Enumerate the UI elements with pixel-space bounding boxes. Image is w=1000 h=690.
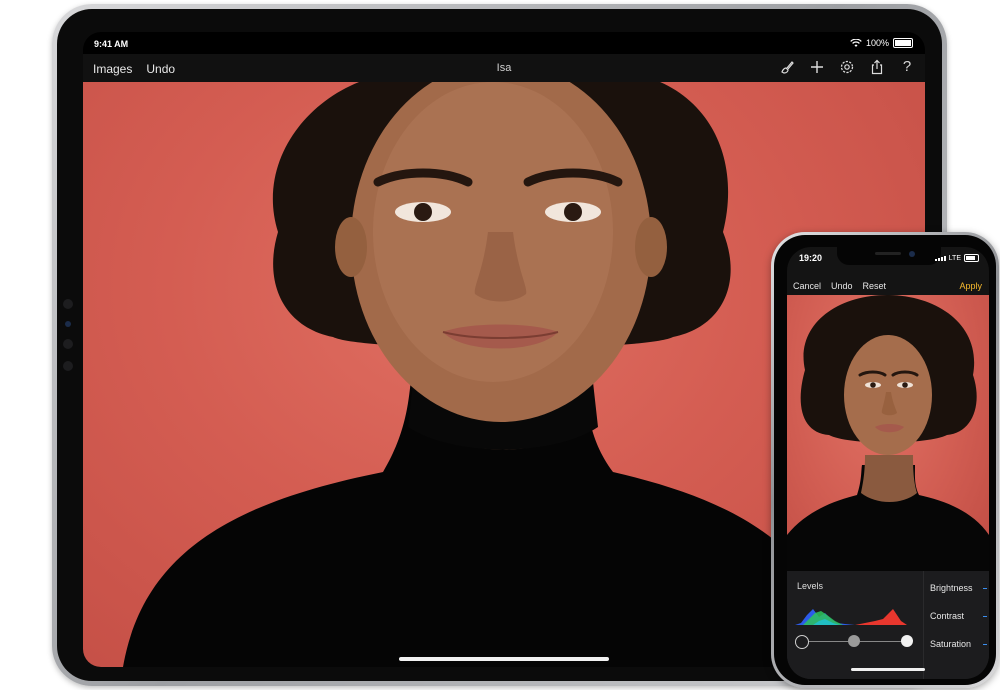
saturation-item[interactable]: Saturation [930,639,989,657]
levels-label: Levels [797,581,824,591]
levels-tool[interactable]: Levels [787,571,924,679]
levels-white-point-handle[interactable] [901,635,913,647]
adjustment-list: Brightness Contrast Saturation [924,571,989,679]
iphone-device: 19:20 LTE Cancel Undo Reset Apply Levels… [771,232,999,688]
ipad-sensor-dot [63,299,73,309]
home-indicator [851,668,925,671]
portrait-preview-image [787,295,989,571]
ipad-sensor-dot [63,361,73,371]
brightness-indicator [983,588,987,589]
home-indicator [399,657,609,661]
saturation-indicator [983,644,987,645]
levels-midtone-handle[interactable] [848,635,860,647]
battery-icon [964,254,979,262]
ipad-status-bar: 9:41 AM 100% [83,32,925,54]
brush-icon[interactable] [779,59,795,75]
help-icon[interactable]: ? [899,59,915,75]
battery-percent: 100% [865,38,889,48]
histogram-graph [795,609,907,625]
iphone-screen: 19:20 LTE Cancel Undo Reset Apply Levels… [787,247,989,679]
brightness-label: Brightness [930,583,973,593]
share-icon[interactable] [869,59,885,75]
gear-icon[interactable] [839,59,855,75]
reset-button[interactable]: Reset [863,281,887,291]
brightness-item[interactable]: Brightness [930,583,989,601]
ipad-sensor-dot [63,339,73,349]
contrast-item[interactable]: Contrast [930,611,989,629]
ipad-camera-array [59,299,77,383]
contrast-indicator [983,616,987,617]
cancel-button[interactable]: Cancel [793,281,821,291]
ipad-toolbar: Images Undo Isa ? [83,54,925,82]
contrast-label: Contrast [930,611,965,621]
signal-icon [934,255,946,261]
network-label: LTE [948,254,961,262]
levels-black-point-handle[interactable] [795,635,809,649]
apply-button[interactable]: Apply [959,281,982,291]
iphone-bezel: 19:20 LTE Cancel Undo Reset Apply Levels… [774,235,996,685]
iphone-toolbar: Cancel Undo Reset Apply [787,277,989,297]
status-indicators: LTE [934,254,979,262]
saturation-label: Saturation [930,639,972,649]
status-time: 9:41 AM [94,39,129,49]
toolbar-left: Cancel Undo Reset [793,281,886,291]
status-indicators: 100% [850,38,913,48]
status-time: 19:20 [799,253,823,263]
plus-icon[interactable] [809,59,825,75]
iphone-status-bar: 19:20 LTE [787,247,989,269]
preview-photo[interactable] [787,295,989,571]
wifi-icon [850,38,862,47]
toolbar-right: ? [779,59,915,75]
battery-icon [893,38,913,48]
undo-button[interactable]: Undo [831,281,853,291]
ipad-camera-lens [65,321,71,327]
adjustment-panel: Levels Brightness Contrast Saturation [787,571,989,679]
